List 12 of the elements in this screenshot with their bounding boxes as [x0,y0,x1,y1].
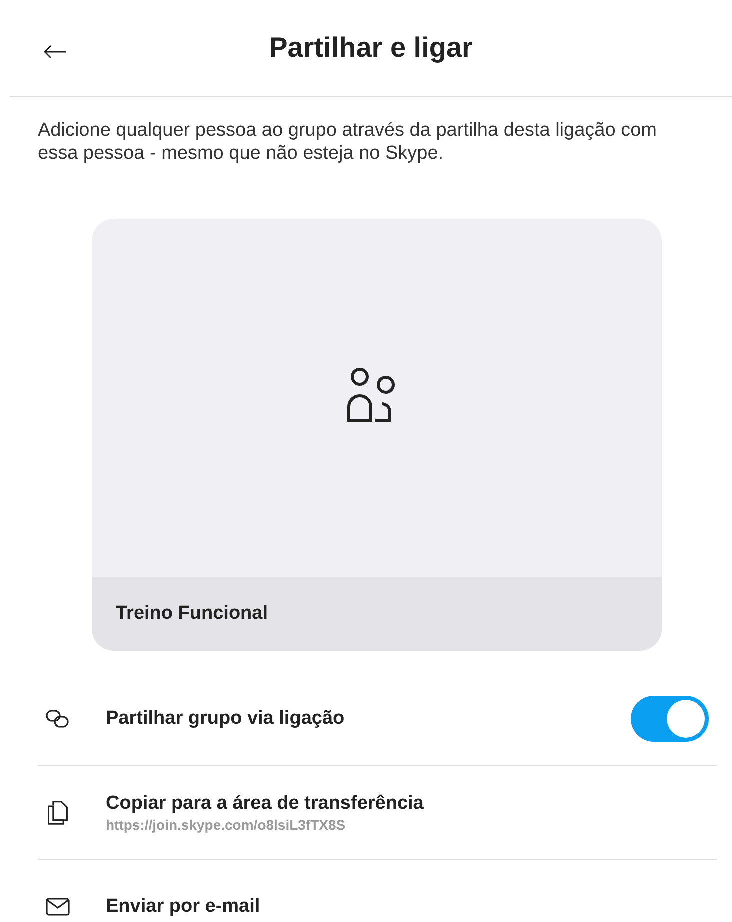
option-label[interactable]: Partilhar grupo via ligação [106,708,631,730]
description-text: Adicione qualquer pessoa ao grupo através da partilha desta ligação com essa pessoa - mesmo que não esteja no Skype. [38,119,658,165]
link-icon [46,709,70,729]
link-url: https://join.skype.com/o8lsiL3fTX8S [106,816,347,832]
option-label[interactable]: Enviar por e-mail [106,896,717,918]
copy-icon [46,800,70,824]
back-arrow-icon[interactable] [43,44,67,60]
page-title: Partilhar e ligar [269,32,473,64]
option-label[interactable]: Copiar para a área de transferência [106,792,717,814]
group-name: Treino Funcional [116,603,268,625]
mail-icon [46,898,70,916]
toggle-switch[interactable] [631,696,709,742]
